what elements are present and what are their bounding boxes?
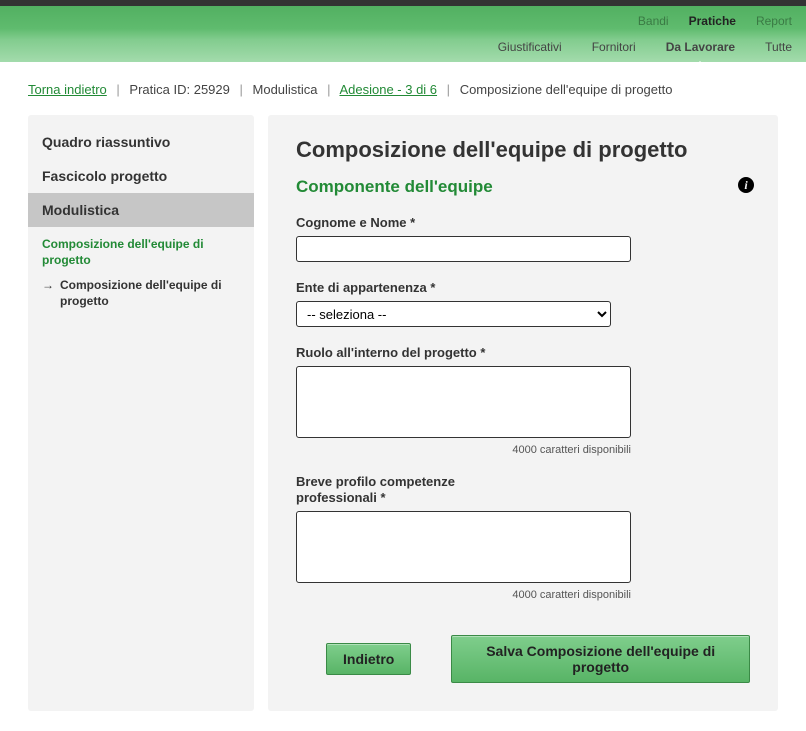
breadcrumb-back-link[interactable]: Torna indietro (28, 82, 107, 97)
sidebar-item-fascicolo[interactable]: Fascicolo progetto (28, 159, 254, 193)
main-panel: Composizione dell'equipe di progetto Com… (268, 115, 778, 711)
header-green-bar: Bandi Pratiche Report Giustificativi For… (0, 6, 806, 62)
tabs-secondary: Giustificativi Fornitori Da Lavorare Tut… (498, 40, 792, 54)
section-title: Componente dell'equipe (296, 177, 750, 197)
tab-tutte[interactable]: Tutte (765, 40, 792, 54)
input-cognome-nome[interactable] (296, 236, 631, 262)
sidebar-sub-current: → Composizione dell'equipe di progetto (42, 278, 240, 309)
tabs-primary: Bandi Pratiche Report (638, 14, 792, 28)
label-ente: Ente di appartenenza * (296, 280, 750, 295)
char-count-profilo: 4000 caratteri disponibili (296, 589, 631, 601)
tab-da-lavorare[interactable]: Da Lavorare (666, 40, 735, 54)
sidebar-sub-link-composizione[interactable]: Composizione dell'equipe di progetto (42, 237, 240, 268)
breadcrumb-pratica-id: Pratica ID: 25929 (129, 82, 229, 97)
sidebar-item-quadro[interactable]: Quadro riassuntivo (28, 125, 254, 159)
textarea-ruolo[interactable] (296, 366, 631, 438)
tab-giustificativi[interactable]: Giustificativi (498, 40, 562, 54)
button-salva[interactable]: Salva Composizione dell'equipe di proget… (451, 635, 750, 683)
label-profilo: Breve profilo competenze professionali * (296, 474, 496, 505)
tab-report[interactable]: Report (756, 14, 792, 28)
button-indietro[interactable]: Indietro (326, 643, 411, 675)
page-title: Composizione dell'equipe di progetto (296, 137, 750, 163)
breadcrumb: Torna indietro | Pratica ID: 25929 | Mod… (28, 82, 778, 97)
sidebar-item-modulistica[interactable]: Modulistica (28, 193, 254, 227)
tab-bandi[interactable]: Bandi (638, 14, 669, 28)
tab-fornitori[interactable]: Fornitori (592, 40, 636, 54)
info-icon[interactable]: i (738, 177, 754, 193)
char-count-ruolo: 4000 caratteri disponibili (296, 444, 631, 456)
select-ente-appartenenza[interactable]: -- seleziona -- (296, 301, 611, 327)
sidebar-sub: Composizione dell'equipe di progetto → C… (28, 227, 254, 309)
label-ruolo: Ruolo all'interno del progetto * (296, 345, 750, 360)
button-row: Indietro Salva Composizione dell'equipe … (296, 635, 750, 683)
textarea-profilo[interactable] (296, 511, 631, 583)
arrow-right-icon: → (42, 278, 54, 294)
sidebar: Quadro riassuntivo Fascicolo progetto Mo… (28, 115, 254, 711)
label-cognome: Cognome e Nome * (296, 215, 750, 230)
breadcrumb-current: Composizione dell'equipe di progetto (460, 82, 673, 97)
breadcrumb-modulistica: Modulistica (253, 82, 318, 97)
sidebar-sub-current-label: Composizione dell'equipe di progetto (60, 278, 240, 309)
breadcrumb-adesione-link[interactable]: Adesione - 3 di 6 (339, 82, 437, 97)
tab-pratiche[interactable]: Pratiche (689, 14, 736, 28)
